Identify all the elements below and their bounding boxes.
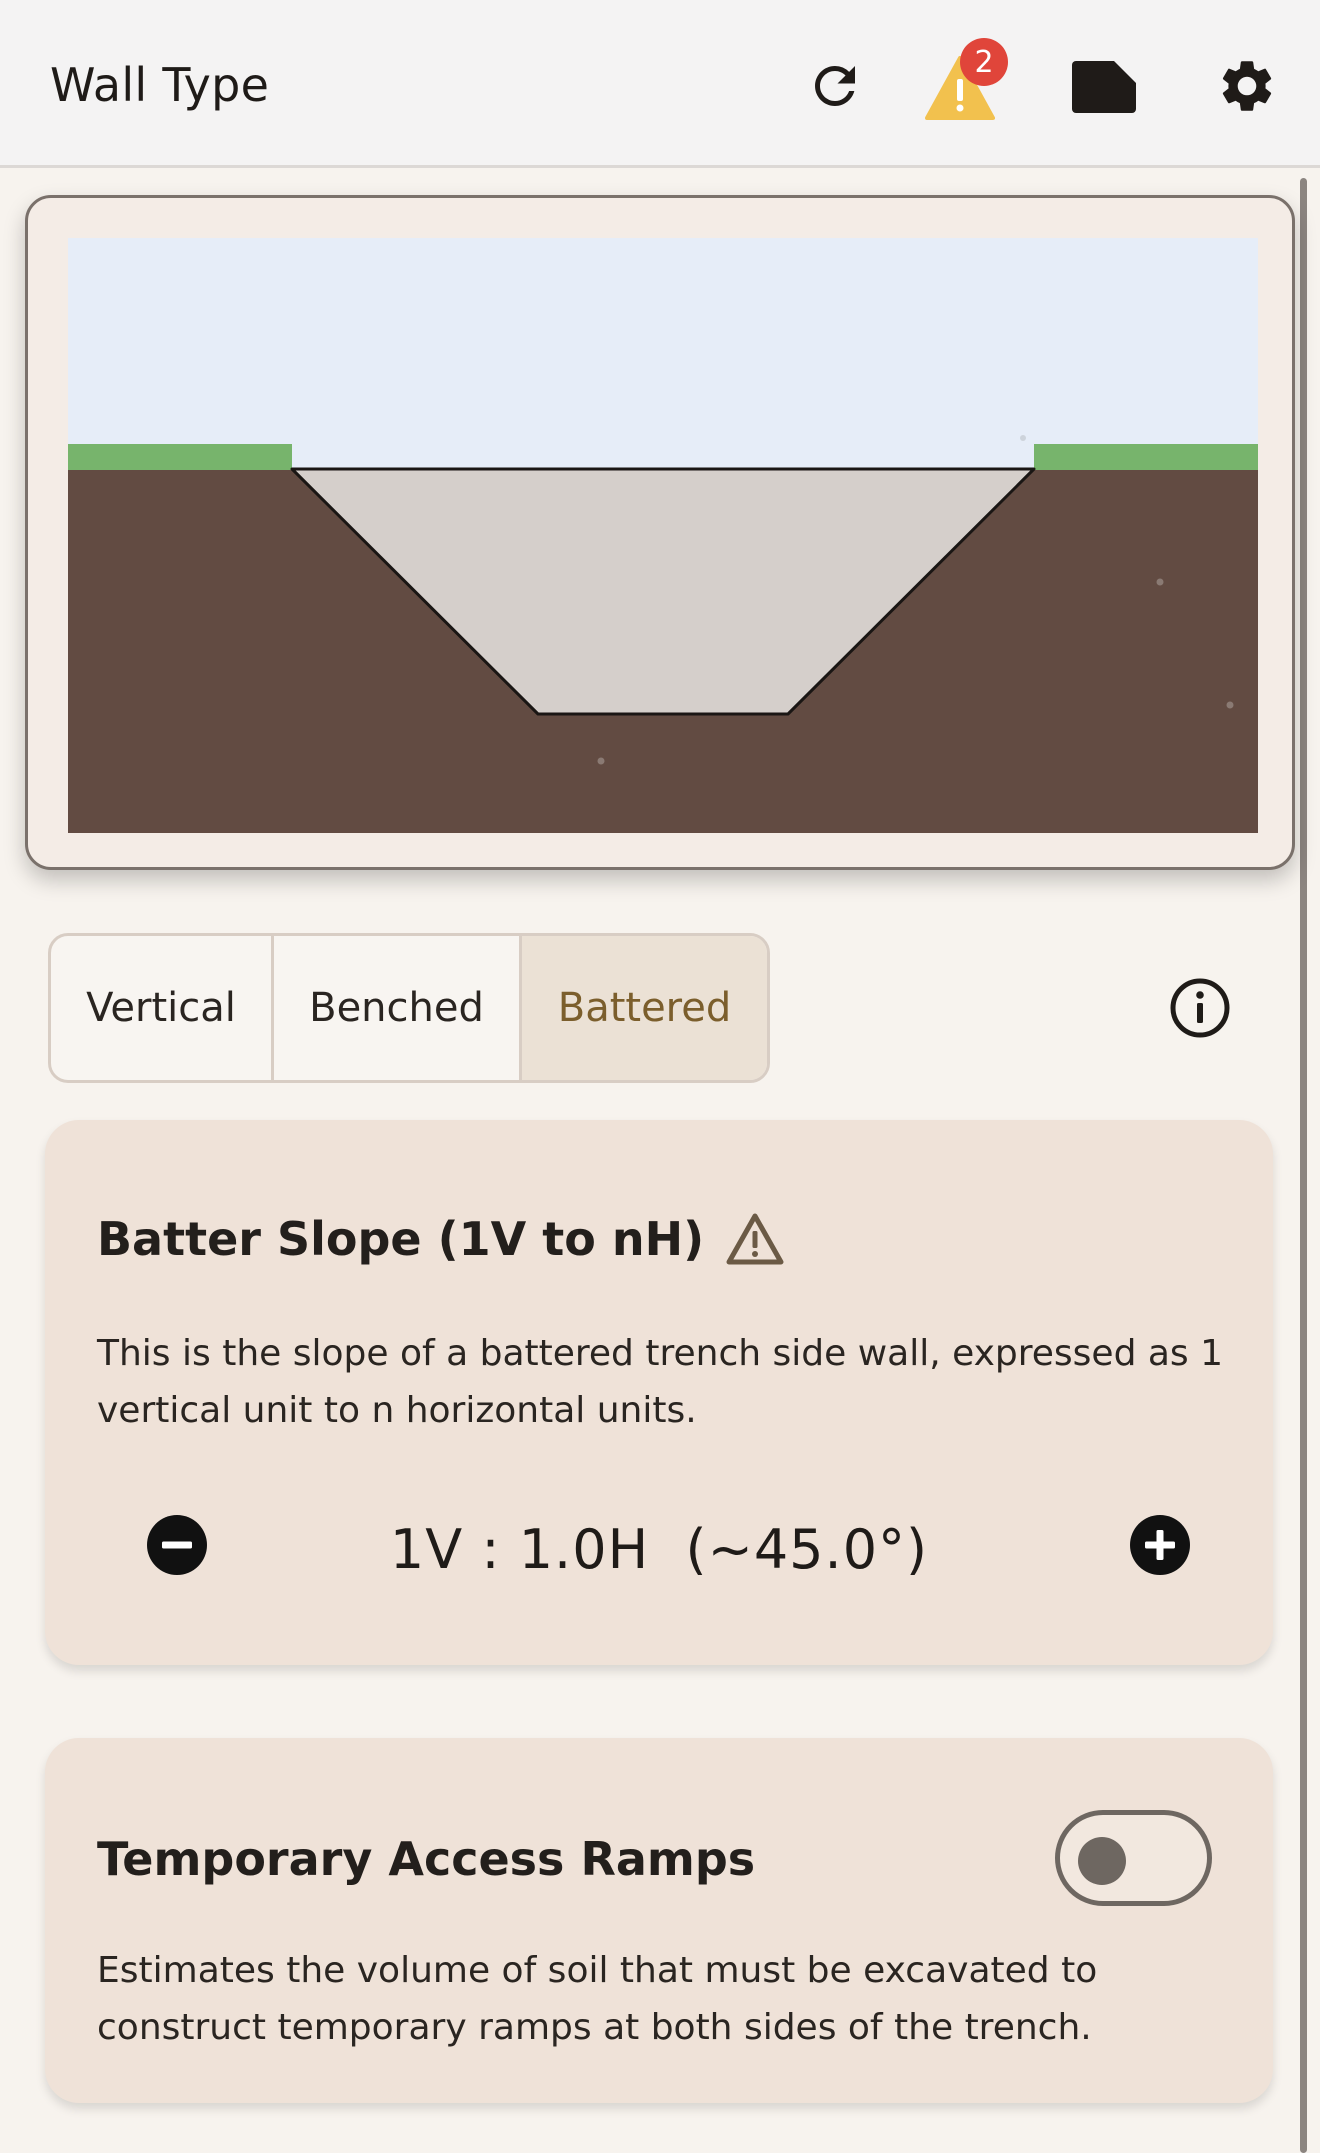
- plus-circle-icon: [1130, 1515, 1190, 1575]
- batter-slope-card: Batter Slope (1V to nH) This is the slop…: [45, 1120, 1273, 1665]
- batter-slope-warning[interactable]: [725, 1212, 785, 1270]
- wall-type-vertical[interactable]: Vertical: [51, 936, 274, 1080]
- access-ramps-description: Estimates the volume of soil that must b…: [97, 1950, 1098, 2048]
- slope-increase-button[interactable]: [1120, 1505, 1200, 1585]
- warning-count-badge: 2: [960, 38, 1008, 86]
- refresh-button[interactable]: [795, 46, 875, 126]
- wall-type-battered[interactable]: Battered: [522, 936, 767, 1080]
- wall-type-benched[interactable]: Benched: [274, 936, 522, 1080]
- toggle-knob: [1078, 1837, 1126, 1885]
- info-icon: [1170, 978, 1230, 1038]
- grass-left: [68, 444, 292, 470]
- scrollbar[interactable]: [1300, 178, 1307, 2153]
- batter-slope-description: This is the slope of a battered trench s…: [97, 1333, 1224, 1431]
- wall-type-selector: Vertical Benched Battered: [48, 933, 770, 1083]
- access-ramps-card: Temporary Access Ramps Estimates the vol…: [45, 1738, 1273, 2103]
- refresh-icon: [815, 66, 855, 106]
- label-tag-icon: [1072, 61, 1136, 113]
- trench-cross-section-diagram: [68, 238, 1258, 833]
- gear-icon: [1222, 61, 1272, 111]
- app-bar: Wall Type 2: [0, 0, 1320, 168]
- access-ramps-toggle[interactable]: [1055, 1810, 1212, 1906]
- grass-right: [1034, 444, 1258, 470]
- label-button[interactable]: [1064, 47, 1144, 127]
- page-title: Wall Type: [50, 58, 270, 112]
- slope-value: 1V : 1.0H (~45.0°): [389, 1518, 929, 1581]
- settings-button[interactable]: [1207, 46, 1287, 126]
- warning-outline-icon: [726, 1213, 784, 1265]
- batter-slope-title: Batter Slope (1V to nH): [97, 1212, 705, 1266]
- wall-type-info-button[interactable]: [1160, 968, 1240, 1048]
- trench-illustration-card: [25, 195, 1295, 870]
- access-ramps-title: Temporary Access Ramps: [97, 1832, 756, 1886]
